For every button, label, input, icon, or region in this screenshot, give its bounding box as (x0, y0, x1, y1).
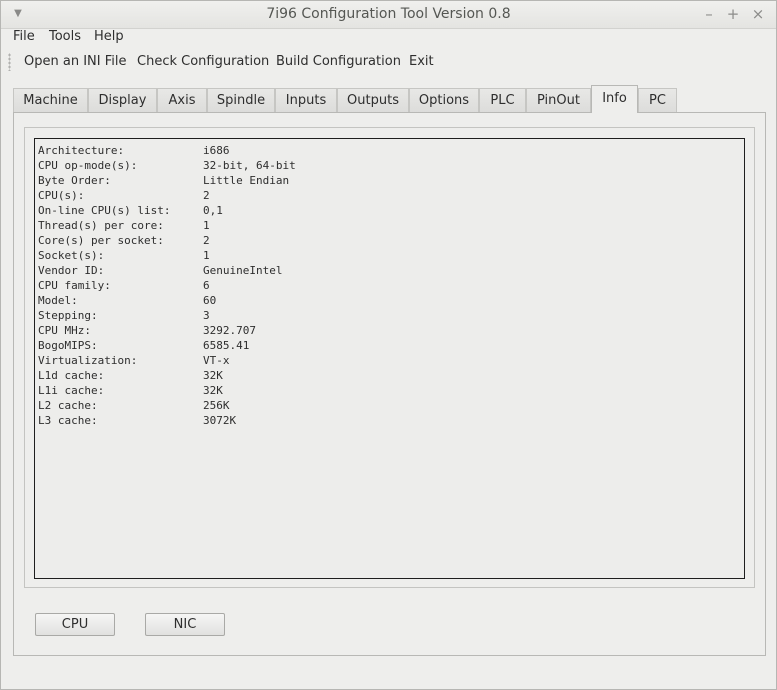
tab-info[interactable]: Info (591, 85, 638, 113)
info-row: Byte Order: Little Endian (35, 173, 744, 188)
info-key: CPU op-mode(s): (38, 159, 138, 172)
toolbar-grip-icon[interactable] (8, 53, 11, 71)
info-key: BogoMIPS: (38, 339, 98, 352)
info-key: L2 cache: (38, 399, 98, 412)
tab-spindle[interactable]: Spindle (207, 88, 275, 113)
tab-axis[interactable]: Axis (157, 88, 207, 113)
tab-outputs[interactable]: Outputs (337, 88, 409, 113)
info-value: VT-x (203, 354, 230, 367)
info-row: CPU op-mode(s): 32-bit, 64-bit (35, 158, 744, 173)
info-row: L2 cache: 256K (35, 398, 744, 413)
maximize-icon[interactable]: + (725, 6, 741, 22)
info-key: CPU MHz: (38, 324, 91, 337)
info-group-box: Architecture: i686 CPU op-mode(s): 32-bit, … (24, 127, 755, 588)
info-value: 3072K (203, 414, 237, 427)
menu-file[interactable]: File (13, 29, 35, 47)
tab-pinout[interactable]: PinOut (526, 88, 591, 113)
info-row: Vendor ID: GenuineIntel (35, 263, 744, 278)
info-key: Model: (38, 294, 78, 307)
tab-plc[interactable]: PLC (479, 88, 526, 113)
info-value: 60 (203, 294, 217, 307)
toolbar: Open an INI File Check Configuration Bui… (1, 49, 776, 75)
info-key: L1i cache: (38, 384, 105, 397)
menu-help[interactable]: Help (94, 29, 124, 47)
info-value: 1 (203, 249, 210, 262)
info-value: 3 (203, 309, 210, 322)
info-value: 3292.707 (203, 324, 256, 337)
info-key: Socket(s): (38, 249, 105, 262)
info-value: GenuineIntel (203, 264, 283, 277)
info-row: Stepping: 3 (35, 308, 744, 323)
info-value: 6 (203, 279, 210, 292)
info-key: Vendor ID: (38, 264, 105, 277)
main-window: ▼ 7i96 Configuration Tool Version 0.8 – … (0, 0, 777, 690)
info-key: CPU family: (38, 279, 111, 292)
info-row: Model: 60 (35, 293, 744, 308)
open-ini-button[interactable]: Open an INI File (24, 54, 126, 72)
info-key: Virtualization: (38, 354, 138, 367)
cpu-button[interactable]: CPU (35, 613, 115, 636)
info-value: 6585.41 (203, 339, 250, 352)
build-configuration-button[interactable]: Build Configuration (276, 54, 401, 72)
close-icon[interactable]: × (750, 6, 766, 22)
info-row: L1i cache: 32K (35, 383, 744, 398)
info-row: L3 cache: 3072K (35, 413, 744, 428)
tab-pc[interactable]: PC (638, 88, 677, 113)
info-value: 256K (203, 399, 230, 412)
info-key: On-line CPU(s) list: (38, 204, 171, 217)
info-key: Architecture: (38, 144, 125, 157)
info-row: Core(s) per socket: 2 (35, 233, 744, 248)
info-value: 2 (203, 234, 210, 247)
info-row: Socket(s): 1 (35, 248, 744, 263)
info-value: 1 (203, 219, 210, 232)
tab-display[interactable]: Display (88, 88, 157, 113)
info-row: Thread(s) per core: 1 (35, 218, 744, 233)
info-key: Core(s) per socket: (38, 234, 164, 247)
check-configuration-button[interactable]: Check Configuration (137, 54, 269, 72)
info-key: Thread(s) per core: (38, 219, 164, 232)
info-row: Architecture: i686 (35, 143, 744, 158)
info-row: Virtualization: VT-x (35, 353, 744, 368)
info-key: L1d cache: (38, 369, 105, 382)
info-value: 32K (203, 384, 223, 397)
info-value: 32-bit, 64-bit (203, 159, 296, 172)
tab-options[interactable]: Options (409, 88, 479, 113)
nic-button[interactable]: NIC (145, 613, 225, 636)
tab-machine[interactable]: Machine (13, 88, 88, 113)
info-value: 0,1 (203, 204, 223, 217)
menu-tools[interactable]: Tools (49, 29, 81, 47)
info-value: 2 (203, 189, 210, 202)
title-bar: ▼ 7i96 Configuration Tool Version 0.8 – … (1, 1, 776, 29)
info-row: CPU family: 6 (35, 278, 744, 293)
info-row: CPU(s): 2 (35, 188, 744, 203)
info-row: L1d cache: 32K (35, 368, 744, 383)
info-row: CPU MHz: 3292.707 (35, 323, 744, 338)
info-row: BogoMIPS: 6585.41 (35, 338, 744, 353)
info-key: CPU(s): (38, 189, 85, 202)
info-key: L3 cache: (38, 414, 98, 427)
tab-bar: Machine Display Axis Spindle Inputs Outp… (13, 85, 766, 113)
info-value: i686 (203, 144, 230, 157)
window-title: 7i96 Configuration Tool Version 0.8 (266, 6, 511, 22)
cpu-info-text-area[interactable]: Architecture: i686 CPU op-mode(s): 32-bit, … (34, 138, 745, 579)
info-key: Stepping: (38, 309, 98, 322)
info-tab-panel: Architecture: i686 CPU op-mode(s): 32-bit, … (13, 112, 766, 656)
exit-button[interactable]: Exit (409, 54, 434, 72)
info-key: Byte Order: (38, 174, 111, 187)
info-value: Little Endian (203, 174, 290, 187)
info-row: On-line CPU(s) list: 0,1 (35, 203, 744, 218)
minimize-icon[interactable]: – (701, 6, 717, 22)
info-value: 32K (203, 369, 223, 382)
menu-bar: File Tools Help (1, 29, 776, 47)
tab-inputs[interactable]: Inputs (275, 88, 337, 113)
